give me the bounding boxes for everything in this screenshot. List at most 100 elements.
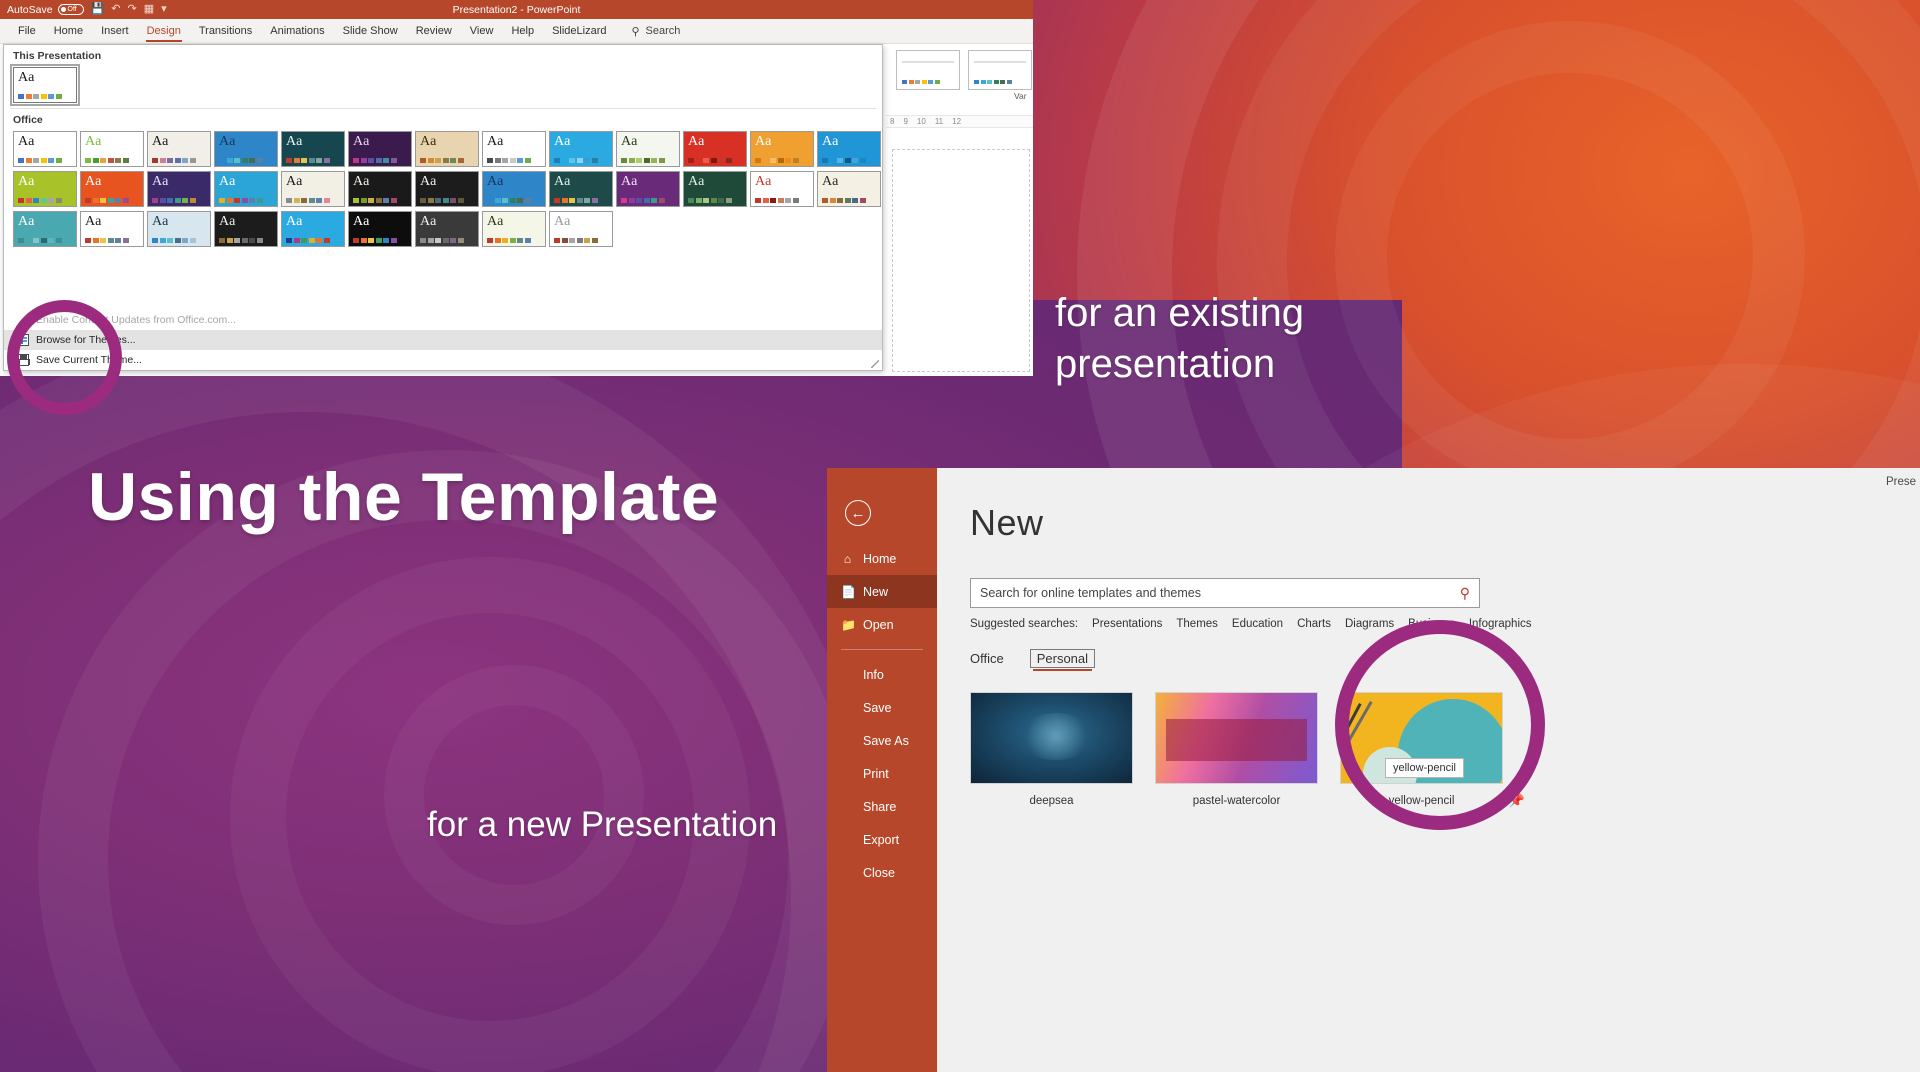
theme-thumbnail[interactable]: Aa <box>482 171 546 207</box>
slide-canvas[interactable] <box>892 149 1030 372</box>
theme-thumbnail[interactable]: Aa <box>549 131 613 167</box>
tab-transitions[interactable]: Transitions <box>190 21 261 41</box>
template-thumbnail[interactable] <box>970 692 1133 784</box>
tab-design[interactable]: Design <box>138 21 190 41</box>
theme-thumbnail-aa: Aa <box>353 175 369 189</box>
template-card-pastel-watercolor[interactable]: pastel-watercolor <box>1155 692 1318 807</box>
theme-thumbnail[interactable]: Aa <box>750 171 814 207</box>
tab-office[interactable]: Office <box>970 651 1004 666</box>
theme-thumbnail[interactable]: Aa <box>80 211 144 247</box>
tab-personal[interactable]: Personal <box>1030 649 1095 668</box>
theme-thumbnail[interactable]: Aa <box>281 131 345 167</box>
variant-thumb[interactable] <box>896 50 960 90</box>
theme-thumbnail[interactable]: Aa <box>750 131 814 167</box>
suggested-charts[interactable]: Charts <box>1297 618 1331 630</box>
new-doc-icon: 📄 <box>841 585 854 599</box>
theme-color-swatches <box>420 158 464 163</box>
horizontal-ruler: 8 9 10 11 12 <box>886 115 1033 128</box>
redo-icon[interactable]: ↷ <box>127 4 136 15</box>
sidebar-item-info[interactable]: Info <box>827 658 937 691</box>
menu-save-current-theme[interactable]: Save Current Theme... <box>4 350 882 370</box>
theme-thumbnail[interactable]: Aa <box>13 131 77 167</box>
theme-thumbnail[interactable]: Aa <box>147 131 211 167</box>
theme-thumbnail[interactable]: Aa <box>683 171 747 207</box>
menu-enable-content-updates[interactable]: Enable Content Updates from Office.com..… <box>4 310 882 330</box>
ribbon-search[interactable]: ⚲ Search <box>631 25 680 38</box>
sidebar-item-label: Open <box>863 618 894 632</box>
tab-file[interactable]: File <box>9 21 45 41</box>
sidebar-item-save-as[interactable]: Save As <box>827 724 937 757</box>
template-card-deepsea[interactable]: deepsea <box>970 692 1133 807</box>
suggested-themes[interactable]: Themes <box>1176 618 1218 630</box>
tab-slide-show[interactable]: Slide Show <box>334 21 407 41</box>
sidebar-item-export[interactable]: Export <box>827 823 937 856</box>
theme-thumbnail[interactable]: Aa <box>13 67 77 103</box>
theme-thumbnail[interactable]: Aa <box>214 171 278 207</box>
theme-thumbnail[interactable]: Aa <box>415 211 479 247</box>
theme-thumbnail[interactable]: Aa <box>147 211 211 247</box>
theme-thumbnail[interactable]: Aa <box>281 211 345 247</box>
sidebar-item-home[interactable]: ⌂ Home <box>827 542 937 575</box>
theme-thumbnail[interactable]: Aa <box>80 131 144 167</box>
theme-thumbnail[interactable]: Aa <box>348 131 412 167</box>
tab-insert[interactable]: Insert <box>92 21 138 41</box>
sidebar-item-open[interactable]: 📁 Open <box>827 608 937 641</box>
theme-thumbnail[interactable]: Aa <box>549 171 613 207</box>
autosave-label: AutoSave <box>7 4 53 16</box>
theme-thumbnail[interactable]: Aa <box>147 171 211 207</box>
tab-slidelizard[interactable]: SlideLizard <box>543 21 615 41</box>
this-presentation-theme-row: Aa <box>4 65 882 105</box>
sidebar-item-print[interactable]: Print <box>827 757 937 790</box>
theme-thumbnail[interactable]: Aa <box>80 171 144 207</box>
theme-thumbnail[interactable]: Aa <box>616 131 680 167</box>
start-presentation-icon[interactable]: ▦ <box>144 4 154 15</box>
theme-color-swatches <box>688 158 732 163</box>
search-input[interactable]: Search for online templates and themes <box>980 586 1201 600</box>
tab-help[interactable]: Help <box>502 21 543 41</box>
theme-thumbnail[interactable]: Aa <box>817 131 881 167</box>
autosave-control[interactable]: AutoSave Off <box>7 4 84 16</box>
sidebar-item-share[interactable]: Share <box>827 790 937 823</box>
theme-gallery-menu: Enable Content Updates from Office.com..… <box>4 310 882 370</box>
undo-icon[interactable]: ↶ <box>111 4 120 15</box>
theme-thumbnail[interactable]: Aa <box>281 171 345 207</box>
magnifier-icon[interactable]: ⚲ <box>1460 585 1470 602</box>
theme-thumbnail[interactable]: Aa <box>415 131 479 167</box>
theme-thumbnail-aa: Aa <box>487 215 503 229</box>
back-arrow-icon[interactable]: ← <box>845 500 871 526</box>
theme-thumbnail[interactable]: Aa <box>348 171 412 207</box>
tab-review[interactable]: Review <box>407 21 461 41</box>
tab-home[interactable]: Home <box>45 21 92 41</box>
template-thumbnail[interactable] <box>1155 692 1318 784</box>
variant-thumb[interactable] <box>968 50 1032 90</box>
sidebar-item-save[interactable]: Save <box>827 691 937 724</box>
theme-thumbnail[interactable]: Aa <box>683 131 747 167</box>
theme-thumbnail[interactable]: Aa <box>214 211 278 247</box>
theme-thumbnail[interactable]: Aa <box>482 211 546 247</box>
theme-thumbnail[interactable]: Aa <box>13 171 77 207</box>
resize-grip-icon[interactable] <box>871 360 879 368</box>
theme-thumbnail[interactable]: Aa <box>482 131 546 167</box>
theme-thumbnail[interactable]: Aa <box>415 171 479 207</box>
theme-color-swatches <box>487 238 531 243</box>
theme-row: AaAaAaAaAaAaAaAaAaAaAaAaAa <box>4 129 882 169</box>
theme-color-swatches <box>688 198 732 203</box>
save-icon[interactable]: 💾 <box>91 4 105 15</box>
theme-thumbnail[interactable]: Aa <box>616 171 680 207</box>
theme-thumbnail[interactable]: Aa <box>817 171 881 207</box>
suggested-presentations[interactable]: Presentations <box>1092 618 1162 630</box>
tab-animations[interactable]: Animations <box>261 21 333 41</box>
theme-thumbnail[interactable]: Aa <box>549 211 613 247</box>
suggested-education[interactable]: Education <box>1232 618 1283 630</box>
theme-thumbnail[interactable]: Aa <box>348 211 412 247</box>
sidebar-item-new[interactable]: 📄 New <box>827 575 937 608</box>
suggested-diagrams[interactable]: Diagrams <box>1345 618 1394 630</box>
qat-more-icon[interactable]: ▾ <box>161 4 167 15</box>
theme-thumbnail[interactable]: Aa <box>214 131 278 167</box>
tab-view[interactable]: View <box>461 21 503 41</box>
sidebar-item-close[interactable]: Close <box>827 856 937 889</box>
theme-thumbnail[interactable]: Aa <box>13 211 77 247</box>
menu-browse-for-themes[interactable]: Browse for Themes... <box>4 330 882 350</box>
template-search-box[interactable]: Search for online templates and themes ⚲ <box>970 578 1480 608</box>
autosave-toggle[interactable]: Off <box>58 4 84 15</box>
